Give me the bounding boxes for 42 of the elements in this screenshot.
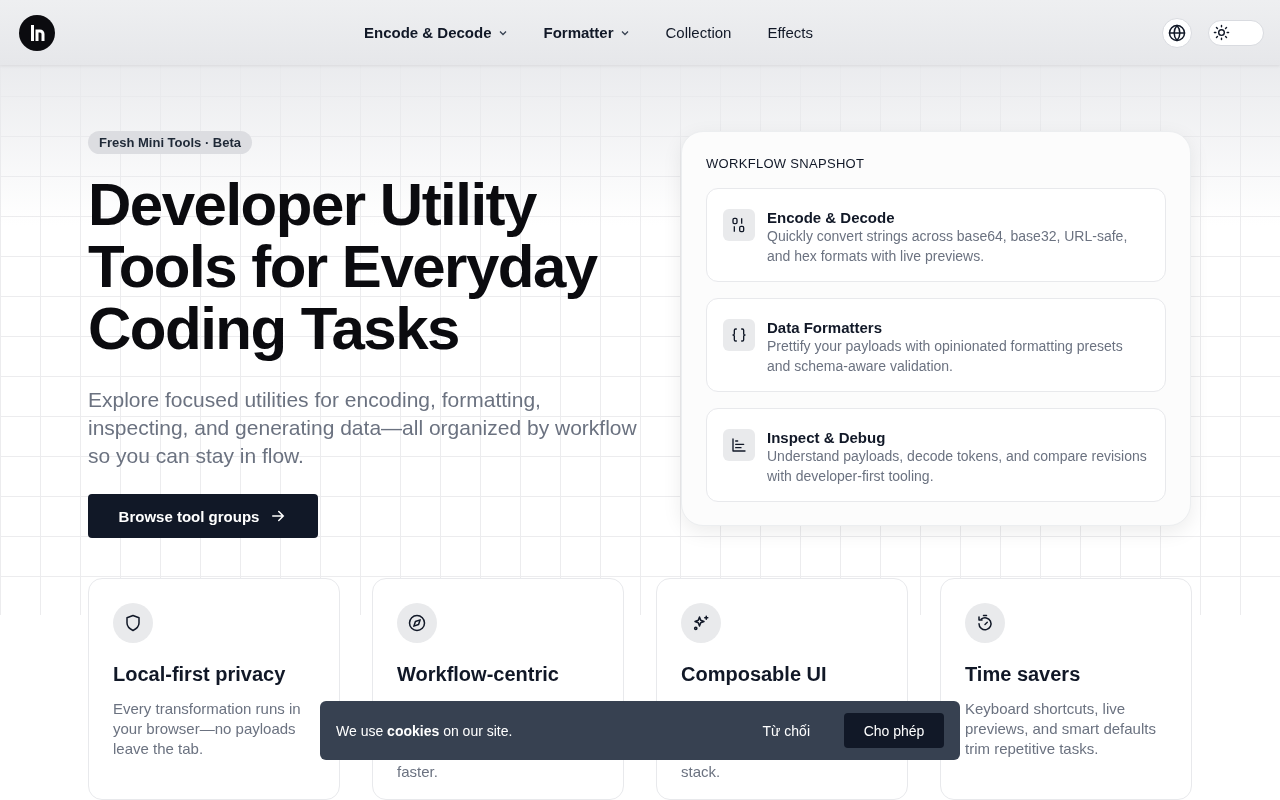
workflow-description: Quickly convert strings across base64, base32, URL-safe, and hex formats with live previews. bbox=[767, 227, 1129, 266]
browse-button[interactable]: Browse tool groups bbox=[88, 494, 318, 538]
language-button[interactable] bbox=[1162, 17, 1192, 48]
nav-link[interactable]: Formatter bbox=[543, 24, 630, 41]
sparkles-icon bbox=[692, 614, 710, 632]
hero-description: Explore focused utilities for encoding, formatting, inspecting, and generating data—all organized by workflow so you can stay in flow. bbox=[88, 387, 638, 469]
nav-link[interactable]: Effects bbox=[767, 24, 813, 41]
decline-button[interactable]: Từ chối bbox=[756, 721, 816, 740]
accept-button[interactable]: Cho phép bbox=[844, 713, 944, 748]
snapshot-heading: WORKFLOW SNAPSHOT bbox=[706, 156, 866, 171]
workflow-title: Data Formatters bbox=[767, 319, 884, 336]
feature-title: Time savers bbox=[965, 663, 1082, 686]
shield-icon bbox=[124, 614, 142, 632]
logo-icon bbox=[29, 23, 45, 42]
workflow-item[interactable]: Inspect & Debug Understand payloads, decode tokens, and compare revisions with developer-first tooling. bbox=[706, 408, 1166, 502]
workflow-title: Encode & Decode bbox=[767, 209, 896, 226]
globe-icon bbox=[1168, 23, 1186, 42]
beta-badge: Fresh Mini Tools · Beta bbox=[88, 131, 253, 154]
workflow-title: Inspect & Debug bbox=[767, 429, 887, 446]
binary-icon bbox=[731, 217, 747, 233]
theme-toggle[interactable] bbox=[1208, 19, 1264, 46]
timer-icon bbox=[976, 614, 994, 632]
feature-title: Workflow-centric bbox=[397, 663, 560, 686]
nav-link[interactable]: Encode & Decode bbox=[364, 24, 508, 41]
workflow-description: Understand payloads, decode tokens, and compare revisions with developer-first tooling. bbox=[767, 447, 1148, 486]
hero-title: Developer Utility Tools for Everyday Coding Tasks bbox=[88, 174, 599, 360]
feature-title: Composable UI bbox=[681, 663, 828, 686]
cookie-message: We use cookies on our site. bbox=[336, 722, 514, 739]
workflow-item[interactable]: Encode & Decode Quickly convert strings across base64, base32, URL-safe, and hex formats with live previews. bbox=[706, 188, 1166, 282]
workflow-description: Prettify your payloads with opinionated formatting presets and schema-aware validation. bbox=[767, 337, 1124, 376]
bar-chart-icon bbox=[731, 437, 747, 453]
braces-icon bbox=[731, 327, 747, 343]
feature-description: faster. bbox=[397, 762, 439, 782]
feature-description: Every transformation runs in your browser—no payloads leave the tab. bbox=[113, 699, 302, 759]
feature-title: Local-first privacy bbox=[113, 663, 287, 686]
nav-link[interactable]: Collection bbox=[665, 24, 732, 41]
sun-icon bbox=[1213, 24, 1230, 41]
feature-description: stack. bbox=[681, 762, 722, 782]
feature-description: Keyboard shortcuts, live previews, and smart defaults trim repetitive tasks. bbox=[965, 699, 1157, 759]
compass-icon bbox=[408, 614, 426, 632]
workflow-item[interactable]: Data Formatters Prettify your payloads with opinionated formatting presets and schema-aware validation. bbox=[706, 298, 1166, 392]
logo[interactable] bbox=[19, 14, 55, 51]
